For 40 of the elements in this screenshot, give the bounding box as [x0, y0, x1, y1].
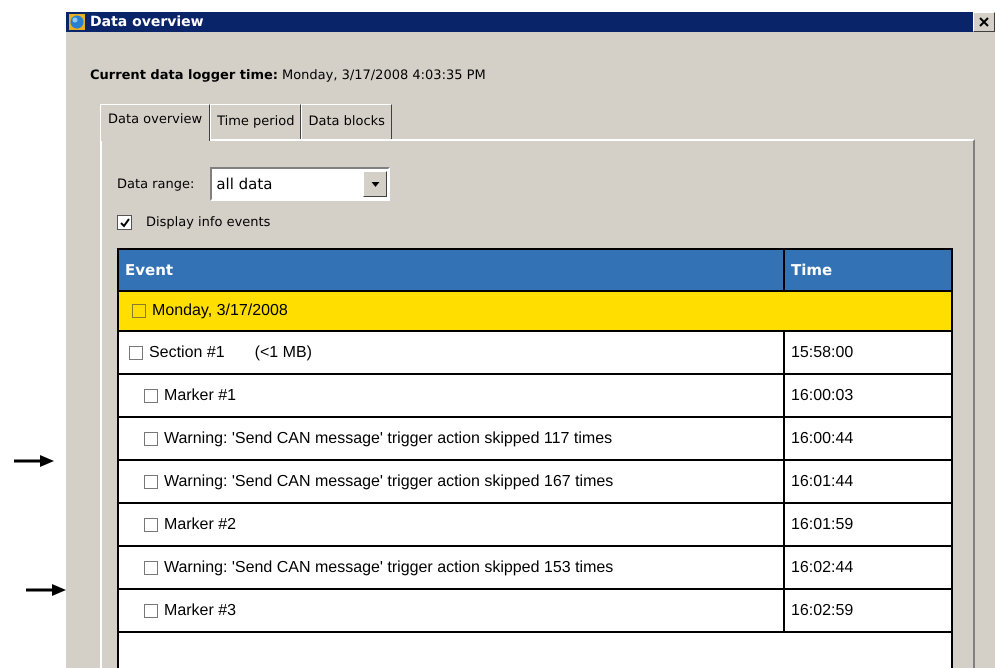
checkbox[interactable]	[144, 560, 158, 574]
event-text: Warning: 'Send CAN message' trigger action skipped 117 times	[164, 430, 612, 448]
time-cell: 16:01:59	[783, 504, 951, 545]
tab[interactable]: Time period	[210, 104, 302, 139]
event-text: Marker #3	[164, 602, 236, 620]
close-button[interactable]	[973, 12, 995, 32]
data-range-label: Data range:	[117, 176, 194, 192]
data-range-dropdown[interactable]: all data	[210, 167, 390, 201]
column-header: Event	[124, 260, 174, 281]
tab[interactable]: Data overview	[100, 104, 210, 141]
checkbox[interactable]	[129, 346, 143, 360]
checkbox[interactable]	[144, 518, 158, 532]
event-text: Marker #1	[164, 386, 236, 404]
checkbox[interactable]	[144, 388, 158, 402]
date-text: Monday, 3/17/2008	[152, 302, 288, 320]
event-text: Marker #2	[164, 516, 236, 534]
checkbox-label: Display info events	[146, 215, 270, 230]
time-cell: 15:58:00	[783, 332, 951, 373]
caret-icon	[370, 182, 380, 186]
checkbox[interactable]	[144, 474, 158, 488]
event-text: Warning: 'Send CAN message' trigger action skipped 153 times	[164, 558, 614, 576]
time-cell: 16:00:03	[783, 375, 951, 416]
time-cell: 16:00:44	[783, 418, 951, 459]
checkbox[interactable]	[117, 215, 132, 230]
event-text: Section #1	[149, 344, 225, 362]
date-group-row[interactable]: Monday, 3/17/2008	[119, 290, 951, 330]
window-title: Data overview	[90, 14, 205, 30]
time-cell: 16:02:44	[783, 547, 951, 588]
event-text: Warning: 'Send CAN message' trigger action skipped 167 times	[164, 472, 614, 490]
tab[interactable]: Data blocks	[301, 104, 392, 139]
checkbox[interactable]	[144, 604, 158, 618]
logger-time-value: Monday, 3/17/2008 4:03:35 PM	[282, 68, 486, 83]
close-icon	[979, 17, 989, 27]
globe-icon	[69, 14, 85, 30]
time-cell: 16:02:59	[783, 590, 951, 631]
logger-time-label: Current data logger time:	[90, 68, 278, 83]
checkbox[interactable]	[132, 304, 146, 318]
size-text: (<1 MB)	[254, 344, 312, 362]
time-cell: 16:01:44	[783, 461, 951, 502]
checkbox[interactable]	[144, 432, 158, 446]
